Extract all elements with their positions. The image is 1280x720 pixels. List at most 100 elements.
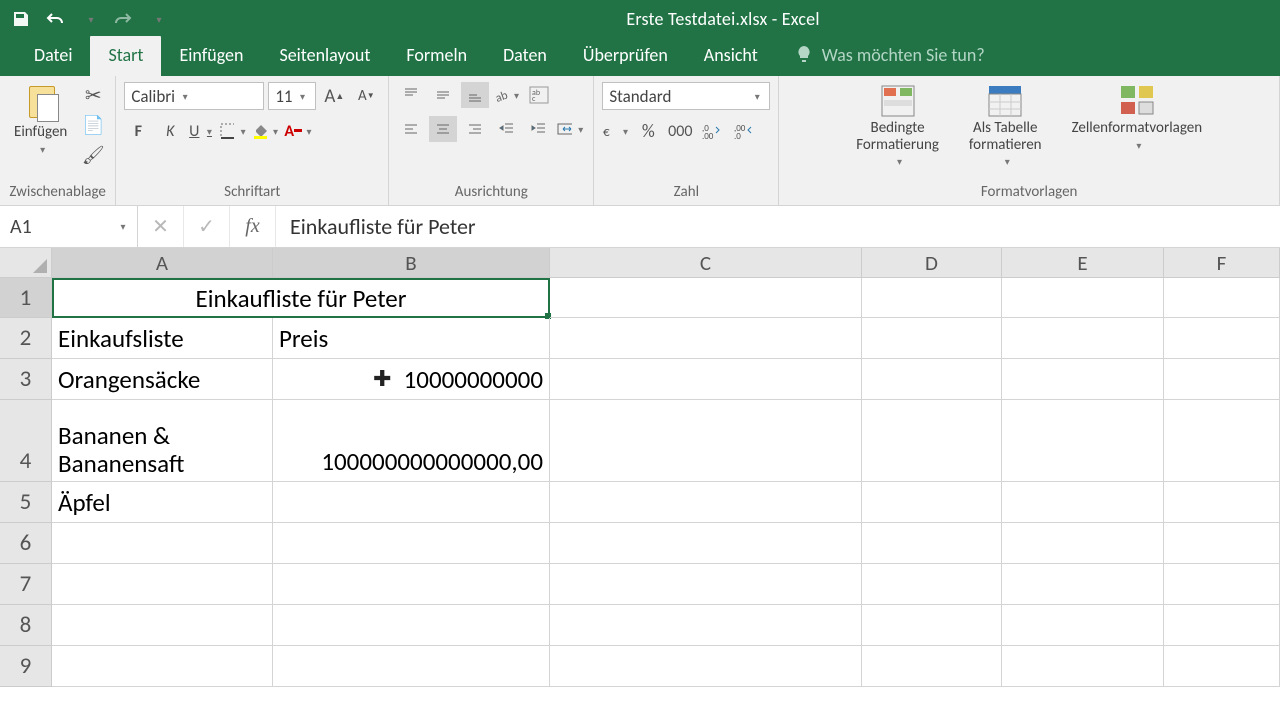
paste-button[interactable]: Einfügen ▾ xyxy=(8,82,73,158)
align-middle-button[interactable] xyxy=(429,82,457,108)
cell-f9[interactable] xyxy=(1164,646,1280,687)
row-header-9[interactable]: 9 xyxy=(0,646,52,687)
decrease-decimal-button[interactable]: ,00,0 xyxy=(730,118,758,144)
cell-b4[interactable]: 100000000000000,00 xyxy=(273,400,550,482)
conditional-formatting-button[interactable]: Bedingte Formatierung▾ xyxy=(850,82,945,170)
cell-e5[interactable] xyxy=(1002,482,1164,523)
cell-b7[interactable] xyxy=(273,564,550,605)
cell-b9[interactable] xyxy=(273,646,550,687)
tab-ueberpruefen[interactable]: Überprüfen xyxy=(565,36,686,76)
align-right-button[interactable] xyxy=(461,116,489,142)
tab-formeln[interactable]: Formeln xyxy=(388,36,485,76)
format-as-table-button[interactable]: Als Tabelle formatieren▾ xyxy=(963,82,1048,170)
cell-c5[interactable] xyxy=(550,482,862,523)
cell-e6[interactable] xyxy=(1002,523,1164,564)
underline-button[interactable]: U▾ xyxy=(188,118,216,144)
col-header-a[interactable]: A xyxy=(52,248,273,278)
increase-indent-button[interactable] xyxy=(525,116,553,142)
fill-color-button[interactable]: ▾ xyxy=(252,118,280,144)
number-format-combo[interactable]: Standard▾ xyxy=(602,82,770,110)
cell-e8[interactable] xyxy=(1002,605,1164,646)
tab-einfuegen[interactable]: Einfügen xyxy=(161,36,261,76)
bold-button[interactable]: F xyxy=(124,118,152,144)
tellme-search[interactable]: Was möchten Sie tun? xyxy=(796,44,985,76)
cell-f5[interactable] xyxy=(1164,482,1280,523)
cell-f6[interactable] xyxy=(1164,523,1280,564)
font-color-button[interactable]: A▾ xyxy=(284,118,312,144)
cell-a3[interactable]: Orangensäcke xyxy=(52,359,273,400)
cell-c7[interactable] xyxy=(550,564,862,605)
borders-button[interactable]: ▾ xyxy=(220,118,248,144)
cell-d2[interactable] xyxy=(862,318,1002,359)
format-painter-button[interactable] xyxy=(79,142,107,168)
accounting-format-button[interactable]: €▾ xyxy=(602,118,630,144)
align-left-button[interactable] xyxy=(397,116,425,142)
cut-button[interactable] xyxy=(79,82,107,108)
row-header-3[interactable]: 3 xyxy=(0,359,52,400)
cell-a8[interactable] xyxy=(52,605,273,646)
align-bottom-button[interactable] xyxy=(461,82,489,108)
cell-d3[interactable] xyxy=(862,359,1002,400)
cell-c3[interactable] xyxy=(550,359,862,400)
cell-a1[interactable]: Einkaufliste für Peter xyxy=(52,278,550,318)
cell-a4[interactable]: Bananen & Bananensaft xyxy=(52,400,273,482)
undo-dropdown[interactable]: ▾ xyxy=(74,5,104,33)
cell-c1[interactable] xyxy=(550,278,862,318)
cell-f4[interactable] xyxy=(1164,400,1280,482)
cell-f7[interactable] xyxy=(1164,564,1280,605)
cell-d4[interactable] xyxy=(862,400,1002,482)
cell-a6[interactable] xyxy=(52,523,273,564)
row-header-7[interactable]: 7 xyxy=(0,564,52,605)
merge-button[interactable]: ▾ xyxy=(557,116,585,142)
cell-d5[interactable] xyxy=(862,482,1002,523)
cell-c4[interactable] xyxy=(550,400,862,482)
enter-formula-button[interactable]: ✓ xyxy=(184,206,230,247)
percent-button[interactable]: % xyxy=(634,118,662,144)
cell-styles-button[interactable]: Zellenformatvorlagen▾ xyxy=(1066,82,1209,154)
italic-button[interactable]: K xyxy=(156,118,184,144)
cell-a9[interactable] xyxy=(52,646,273,687)
grow-font-button[interactable]: A▲ xyxy=(320,83,348,109)
cell-b8[interactable] xyxy=(273,605,550,646)
cell-c8[interactable] xyxy=(550,605,862,646)
cell-a2[interactable]: Einkaufsliste xyxy=(52,318,273,359)
col-header-e[interactable]: E xyxy=(1002,248,1164,278)
row-header-2[interactable]: 2 xyxy=(0,318,52,359)
cell-f1[interactable] xyxy=(1164,278,1280,318)
tab-start[interactable]: Start xyxy=(90,36,161,76)
cell-b2[interactable]: Preis xyxy=(273,318,550,359)
row-header-6[interactable]: 6 xyxy=(0,523,52,564)
tab-ansicht[interactable]: Ansicht xyxy=(686,36,776,76)
align-top-button[interactable] xyxy=(397,82,425,108)
cell-f8[interactable] xyxy=(1164,605,1280,646)
comma-button[interactable]: 000 xyxy=(666,118,694,144)
cell-d6[interactable] xyxy=(862,523,1002,564)
cell-e3[interactable] xyxy=(1002,359,1164,400)
row-header-1[interactable]: 1 xyxy=(0,278,52,318)
cell-a7[interactable] xyxy=(52,564,273,605)
cell-d8[interactable] xyxy=(862,605,1002,646)
tab-seitenlayout[interactable]: Seitenlayout xyxy=(261,36,388,76)
col-header-b[interactable]: B xyxy=(273,248,550,278)
tab-datei[interactable]: Datei xyxy=(16,36,90,76)
cell-f3[interactable] xyxy=(1164,359,1280,400)
font-size-combo[interactable]: 11▾ xyxy=(268,82,316,110)
row-header-4[interactable]: 4 xyxy=(0,400,52,482)
cell-e7[interactable] xyxy=(1002,564,1164,605)
cell-e9[interactable] xyxy=(1002,646,1164,687)
insert-function-button[interactable]: fx xyxy=(230,206,276,247)
cell-e1[interactable] xyxy=(1002,278,1164,318)
increase-decimal-button[interactable]: ,0,00 xyxy=(698,118,726,144)
cell-c6[interactable] xyxy=(550,523,862,564)
cell-f2[interactable] xyxy=(1164,318,1280,359)
cell-d1[interactable] xyxy=(862,278,1002,318)
save-button[interactable] xyxy=(6,5,36,33)
cell-c9[interactable] xyxy=(550,646,862,687)
cell-a5[interactable]: Äpfel xyxy=(52,482,273,523)
undo-button[interactable] xyxy=(40,5,70,33)
cell-b6[interactable] xyxy=(273,523,550,564)
col-header-c[interactable]: C xyxy=(550,248,862,278)
row-header-5[interactable]: 5 xyxy=(0,482,52,523)
align-center-button[interactable] xyxy=(429,116,457,142)
cell-e4[interactable] xyxy=(1002,400,1164,482)
